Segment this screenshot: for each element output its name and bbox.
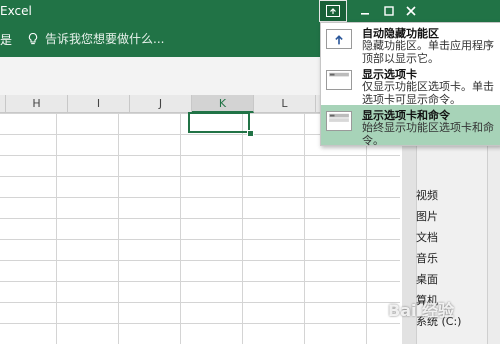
column-header-k[interactable]: K xyxy=(192,95,254,113)
active-cell[interactable] xyxy=(188,112,250,133)
column-header-l[interactable]: L xyxy=(254,95,316,113)
cell-grid[interactable] xyxy=(0,113,400,344)
minimize-button[interactable] xyxy=(352,0,378,22)
nav-item-pictures[interactable]: 图片 xyxy=(416,208,438,224)
menu-item-auto-hide-ribbon[interactable]: 自动隐藏功能区 隐藏功能区。单击应用程序顶部以显示它。 xyxy=(321,23,500,65)
close-icon xyxy=(406,6,416,16)
tell-me-text: 告诉我您想要做什么... xyxy=(45,32,165,46)
menu-item-show-tabs[interactable]: 显示选项卡 仅显示功能区选项卡。单击选项卡可显示命令。 xyxy=(321,64,500,106)
menu-item-show-tabs-and-commands[interactable]: 显示选项卡和命令 始终显示功能区选项卡和命令。 xyxy=(321,105,500,147)
nav-item-documents[interactable]: 文档 xyxy=(416,229,438,245)
show-tabs-commands-icon xyxy=(326,111,352,131)
ribbon-display-options-menu: 自动隐藏功能区 隐藏功能区。单击应用程序顶部以显示它。 显示选项卡 仅显示功能区… xyxy=(320,22,500,147)
menu-item-description: 始终显示功能区选项卡和命令。 xyxy=(362,121,494,147)
app-title: Excel xyxy=(0,4,32,18)
watermark: Bai 经验 xyxy=(388,301,455,320)
ribbon-display-options-button[interactable] xyxy=(319,0,347,22)
nav-item-videos[interactable]: 视频 xyxy=(416,187,438,203)
show-tabs-icon xyxy=(326,70,352,90)
ribbon-tab-fragment[interactable]: 是 xyxy=(0,31,12,48)
column-header-h[interactable]: H xyxy=(6,95,68,113)
fill-handle[interactable] xyxy=(247,130,254,137)
nav-item-music[interactable]: 音乐 xyxy=(416,250,438,266)
ribbon-display-options-icon xyxy=(326,5,340,17)
minimize-icon xyxy=(361,13,369,15)
column-header-i[interactable]: I xyxy=(68,95,130,113)
close-button[interactable] xyxy=(398,0,424,22)
auto-hide-ribbon-icon xyxy=(326,29,352,49)
lightbulb-icon xyxy=(28,32,38,44)
column-header-j[interactable]: J xyxy=(130,95,192,113)
maximize-icon xyxy=(384,6,394,16)
menu-item-description: 隐藏功能区。单击应用程序顶部以显示它。 xyxy=(362,39,494,65)
nav-item-desktop[interactable]: 桌面 xyxy=(416,271,438,287)
tell-me-search[interactable]: 告诉我您想要做什么... xyxy=(26,30,164,47)
menu-item-description: 仅显示功能区选项卡。单击选项卡可显示命令。 xyxy=(362,80,494,106)
